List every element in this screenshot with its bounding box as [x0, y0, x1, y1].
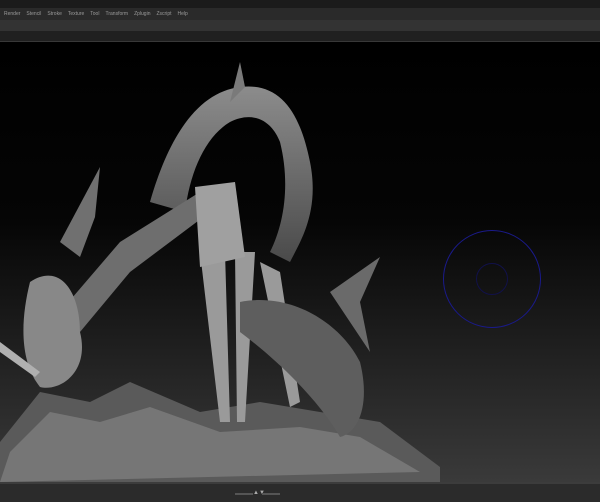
- menu-transform[interactable]: Transform: [105, 11, 128, 17]
- bottom-bar: ▲▼: [0, 482, 600, 502]
- menu-render[interactable]: Render: [4, 11, 20, 17]
- menu-zplugin[interactable]: Zplugin: [134, 11, 150, 17]
- menu-texture[interactable]: Texture: [68, 11, 84, 17]
- navigation-arrows-icon[interactable]: ▲▼: [253, 490, 265, 496]
- menu-bar: Render Stencil Stroke Texture Tool Trans…: [0, 8, 600, 20]
- torso: [195, 182, 245, 267]
- menu-stroke[interactable]: Stroke: [47, 11, 61, 17]
- scroll-left[interactable]: [235, 493, 253, 495]
- menu-zscript[interactable]: Zscript: [156, 11, 171, 17]
- scroll-right[interactable]: [262, 493, 280, 495]
- brush-center-icon: [476, 263, 508, 295]
- menu-help[interactable]: Help: [177, 11, 187, 17]
- menu-stencil[interactable]: Stencil: [26, 11, 41, 17]
- left-flame: [60, 167, 100, 257]
- title-strip: [0, 0, 600, 8]
- menu-tool[interactable]: Tool: [90, 11, 99, 17]
- 3d-viewport[interactable]: [0, 42, 600, 482]
- top-shelf: [0, 20, 600, 31]
